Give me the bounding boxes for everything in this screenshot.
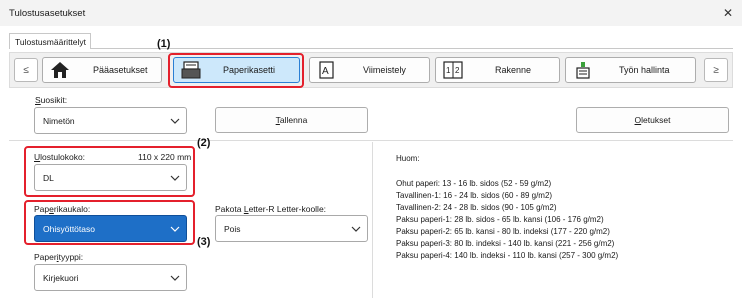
note-line: Tavallinen-2: 24 - 28 lb. sidos (90 - 10…: [396, 203, 557, 212]
tab-finishing[interactable]: A Viimeistely: [309, 57, 430, 83]
close-icon[interactable]: ✕: [718, 3, 738, 23]
tab-job-handling[interactable]: Työn hallinta: [565, 57, 696, 83]
paper-type-value: Kirjekuori: [43, 273, 79, 283]
force-letter-select[interactable]: Pois: [215, 215, 368, 242]
output-size-value: DL: [43, 173, 54, 183]
note-line: Paksu paperi-3: 80 lb. indeksi - 140 lb.…: [396, 239, 615, 248]
tab-main-settings-label: Pääasetukset: [93, 65, 148, 75]
paper-source-label: Paperikaukalo:: [34, 204, 91, 214]
scroll-right-button[interactable]: ≥: [704, 58, 728, 82]
paper-type-select[interactable]: Kirjekuori: [34, 264, 187, 291]
chevron-down-icon: [170, 226, 180, 232]
svg-text:A: A: [322, 66, 329, 77]
tab-finishing-label: Viimeistely: [363, 65, 406, 75]
callout-2: (2): [197, 137, 211, 149]
paper-source-value: Ohisyöttötaso: [43, 224, 95, 234]
tab-paper-tray[interactable]: Paperikasetti: [173, 57, 300, 83]
save-button[interactable]: Tallenna: [215, 107, 368, 133]
tab-layout-label: Rakenne: [495, 65, 532, 75]
callout-1: (1): [157, 38, 171, 50]
favorites-value: Nimetön: [43, 116, 75, 126]
force-letter-value: Pois: [224, 224, 241, 234]
tab-paper-tray-label: Paperikasetti: [223, 65, 276, 75]
output-size-label: Ulostulokoko:: [34, 152, 86, 162]
favorites-select[interactable]: Nimetön: [34, 107, 187, 134]
chevron-down-icon: [170, 175, 180, 181]
section-divider: [9, 140, 733, 141]
tab-main-settings[interactable]: Pääasetukset: [42, 57, 162, 83]
chevron-down-icon: [170, 118, 180, 124]
window-title: Tulostusasetukset: [9, 8, 86, 19]
note-line: Paksu paperi-2: 65 lb. kansi - 80 lb. in…: [396, 227, 610, 236]
tab-print-settings[interactable]: Tulostusmäärittelyt: [9, 33, 91, 49]
note-line: Ohut paperi: 13 - 16 lb. sidos (52 - 59 …: [396, 179, 552, 188]
paper-tray-icon: [181, 61, 201, 79]
home-icon: [51, 62, 69, 78]
paper-source-select[interactable]: Ohisyöttötaso: [34, 215, 187, 242]
force-letter-label: Pakota Letter-R Letter-koolle:: [215, 204, 327, 214]
note-line: Paksu paperi-1: 28 lb. sidos - 65 lb. ka…: [396, 215, 604, 224]
finishing-icon: A: [319, 61, 334, 79]
chevron-down-icon: [351, 226, 361, 232]
column-divider: [372, 142, 373, 298]
job-stack-icon: [576, 62, 590, 79]
notes-title: Huom:: [396, 154, 420, 163]
note-line: Tavallinen-1: 16 - 24 lb. sidos (60 - 89…: [396, 191, 553, 200]
svg-text:1: 1: [446, 66, 451, 75]
paper-type-label: Paperityyppi:: [34, 252, 84, 262]
tab-job-handling-label: Työn hallinta: [619, 65, 670, 75]
output-size-dimensions: 110 x 220 mm: [138, 152, 192, 162]
title-bar: [0, 0, 742, 26]
layout-icon: 1 2: [443, 61, 463, 79]
output-size-select[interactable]: DL: [34, 164, 187, 191]
defaults-button[interactable]: Oletukset: [576, 107, 729, 133]
callout-3: (3): [197, 236, 211, 248]
scroll-left-button[interactable]: ≤: [14, 58, 38, 82]
favorites-label: Suosikit:: [35, 95, 68, 105]
svg-text:2: 2: [455, 66, 460, 75]
tab-divider: [9, 48, 733, 49]
chevron-down-icon: [170, 275, 180, 281]
note-line: Paksu paperi-4: 140 lb. indeksi - 110 lb…: [396, 251, 619, 260]
tab-layout[interactable]: 1 2 Rakenne: [435, 57, 560, 83]
